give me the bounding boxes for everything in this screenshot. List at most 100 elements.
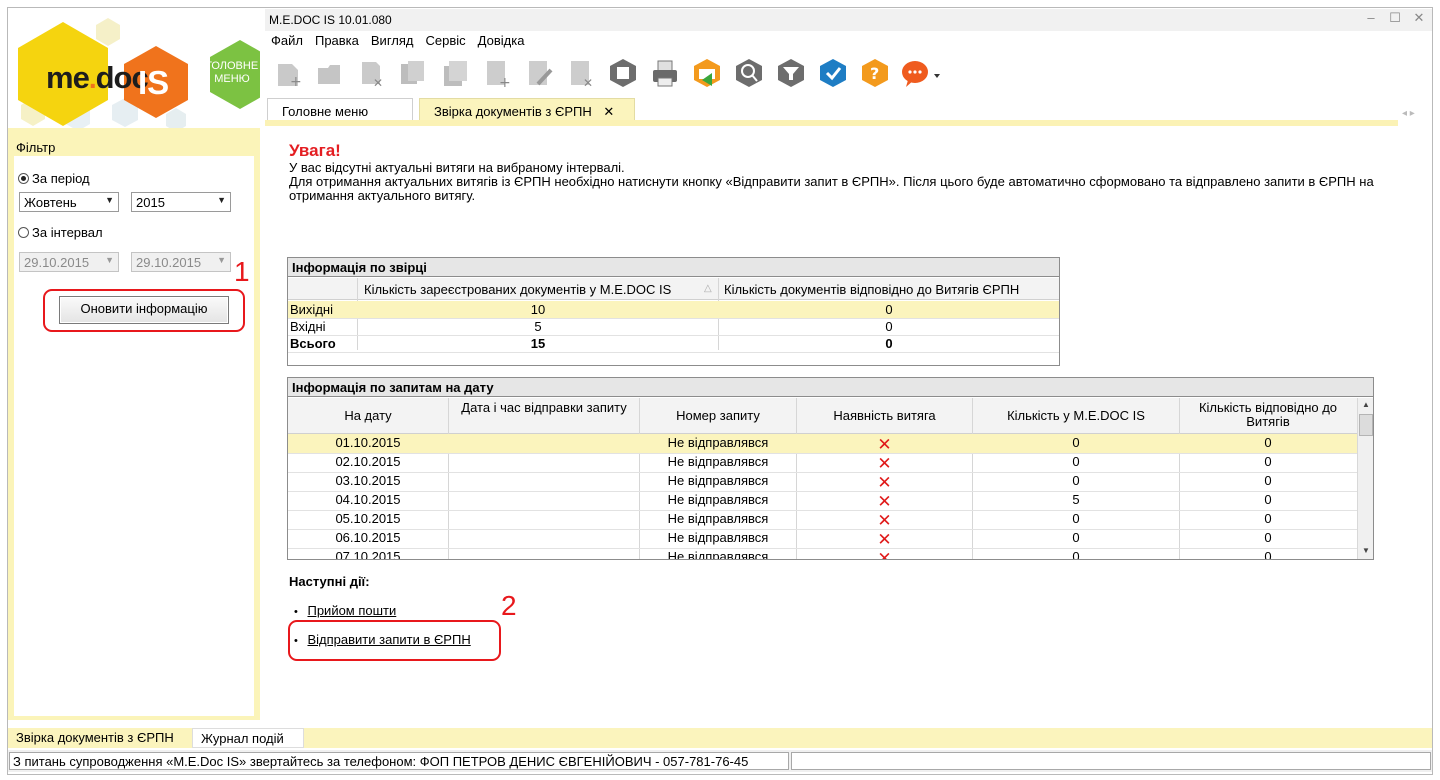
- table-cell-date: 01.10.2015: [335, 435, 401, 450]
- tab-close-icon[interactable]: ✕: [603, 104, 614, 119]
- table-cell-erpn: 0: [1264, 435, 1272, 450]
- table-cell-medoc: 0: [1072, 530, 1080, 545]
- help-icon[interactable]: ?: [858, 57, 891, 90]
- table-cell-medoc: 5: [1072, 492, 1080, 507]
- add-list-icon[interactable]: +: [480, 57, 513, 90]
- date-to-value: 29.10.2015: [136, 255, 202, 270]
- new-doc-icon[interactable]: +: [270, 57, 303, 90]
- summary-row-medoc: 5: [534, 319, 542, 334]
- table-cell-date: 02.10.2015: [335, 454, 401, 469]
- scroll-up-icon[interactable]: ▲: [1362, 400, 1370, 409]
- no-extract-icon: ✕: [877, 530, 892, 549]
- mail-send-icon[interactable]: [690, 57, 723, 90]
- menu-service[interactable]: Сервіс: [420, 33, 472, 51]
- tab-erpn-label: Звірка документів з ЄРПН: [434, 104, 592, 119]
- filter-icon[interactable]: [774, 57, 807, 90]
- maximize-icon[interactable]: ☐: [1388, 11, 1402, 25]
- radio-interval-label: За інтервал: [32, 225, 103, 240]
- table-cell-medoc: 0: [1072, 511, 1080, 526]
- list-item: • Прийом пошти: [294, 603, 396, 618]
- tab-home[interactable]: Головне меню: [267, 98, 413, 122]
- tab-home-label: Головне меню: [282, 104, 369, 119]
- radio-period[interactable]: За період: [18, 171, 90, 186]
- tab-erpn-reconciliation[interactable]: Звірка документів з ЄРПН ✕: [419, 98, 635, 122]
- month-select[interactable]: Жовтень ▼: [19, 192, 119, 212]
- year-select[interactable]: 2015 ▼: [131, 192, 231, 212]
- bullet-icon: •: [294, 635, 298, 647]
- col-header-medoc-count[interactable]: Кількість у M.E.DOC IS: [973, 408, 1179, 423]
- menu-edit[interactable]: Правка: [309, 33, 365, 51]
- month-select-value: Жовтень: [24, 195, 77, 210]
- warning-line-2: Для отримання актуальних витягів із ЄРПН…: [289, 174, 1374, 203]
- bottom-tab-event-log[interactable]: Журнал подій: [192, 728, 304, 748]
- home-menu-line1: ГОЛОВНЕ: [206, 60, 259, 72]
- svg-text:?: ?: [870, 64, 879, 83]
- summary-total-erpn: 0: [885, 336, 893, 351]
- vertical-scrollbar[interactable]: ▲ ▼: [1357, 398, 1373, 559]
- card-icon[interactable]: [606, 57, 639, 90]
- logo-text: me.doc: [46, 60, 149, 95]
- col-header-number[interactable]: Номер запиту: [640, 408, 796, 423]
- bottom-tab-erpn[interactable]: Звірка документів з ЄРПН: [8, 728, 190, 748]
- summary-header-erpn[interactable]: Кількість документів відповідно до Витяг…: [724, 282, 1019, 297]
- search-icon[interactable]: [732, 57, 765, 90]
- chevron-down-icon: ▼: [105, 255, 114, 265]
- col-header-erpn-count[interactable]: Кількість відповідно до Витягів: [1180, 401, 1356, 429]
- table-cell-num: Не відправлявся: [667, 530, 769, 545]
- radio-period-icon[interactable]: [18, 173, 29, 184]
- menu-help[interactable]: Довідка: [472, 33, 531, 51]
- edit-doc-icon[interactable]: [522, 57, 555, 90]
- col-header-date[interactable]: На дату: [288, 408, 448, 423]
- support-contact-text: З питань супроводження «M.E.Doc IS» звер…: [9, 752, 789, 770]
- table-cell-num: Не відправлявся: [667, 435, 769, 450]
- col-header-sent[interactable]: Дата і час відправки запиту: [449, 401, 639, 415]
- no-extract-icon: ✕: [877, 473, 892, 492]
- tab-strip: [265, 120, 1398, 126]
- radio-interval[interactable]: За інтервал: [18, 225, 103, 240]
- table-cell-num: Не відправлявся: [667, 549, 769, 560]
- table-cell-medoc: 0: [1072, 473, 1080, 488]
- chat-icon[interactable]: [900, 57, 942, 90]
- filter-title: Фільтр: [16, 140, 56, 155]
- menu-file[interactable]: Файл: [265, 33, 309, 51]
- menu-view[interactable]: Вигляд: [365, 33, 420, 51]
- print-icon[interactable]: [648, 57, 681, 90]
- scroll-down-icon[interactable]: ▼: [1362, 546, 1370, 555]
- table-cell-date: 04.10.2015: [335, 492, 401, 507]
- col-header-has-extract[interactable]: Наявність витяга: [797, 408, 972, 423]
- docs-icon[interactable]: [438, 57, 471, 90]
- summary-total-medoc: 15: [530, 336, 546, 351]
- summary-row-erpn: 0: [885, 302, 893, 317]
- home-menu-button[interactable]: ГОЛОВНЕ МЕНЮ: [206, 60, 258, 86]
- table-cell-date: 03.10.2015: [335, 473, 401, 488]
- remove-doc-icon[interactable]: ✕: [564, 57, 597, 90]
- menu-bar: Файл Правка Вигляд Сервіс Довідка: [265, 33, 530, 51]
- minimize-icon[interactable]: ‒: [1364, 11, 1378, 25]
- no-extract-icon: ✕: [877, 511, 892, 530]
- home-menu-line2: МЕНЮ: [214, 73, 250, 85]
- delete-doc-icon[interactable]: ✕: [354, 57, 387, 90]
- scrollbar-thumb[interactable]: [1359, 414, 1373, 436]
- receive-mail-link[interactable]: Прийом пошти: [307, 603, 396, 618]
- svg-text:+: +: [499, 75, 511, 88]
- warning-text: У вас відсутні актуальні витяги на вибра…: [289, 161, 1409, 203]
- radio-interval-icon[interactable]: [18, 227, 29, 238]
- refresh-info-button[interactable]: Оновити інформацію: [59, 296, 229, 324]
- list-item: • Відправити запити в ЄРПН: [294, 632, 471, 647]
- check-icon[interactable]: [816, 57, 849, 90]
- table-cell-erpn: 0: [1264, 549, 1272, 560]
- open-doc-icon[interactable]: [312, 57, 345, 90]
- summary-row-medoc: 10: [530, 302, 546, 317]
- table-cell-erpn: 0: [1264, 454, 1272, 469]
- tab-scroll-arrows-icon[interactable]: ◂ ▸: [1402, 108, 1415, 119]
- status-extra: [791, 752, 1431, 770]
- warning-line-1: У вас відсутні актуальні витяги на вибра…: [289, 160, 625, 175]
- annotation-number-1: 1: [234, 256, 250, 287]
- close-icon[interactable]: ✕: [1412, 11, 1426, 25]
- summary-header-medoc[interactable]: Кількість зареєстрованих документів у M.…: [364, 282, 671, 297]
- svg-text:✕: ✕: [583, 76, 593, 88]
- filter-panel-body: [14, 156, 254, 716]
- table-cell-num: Не відправлявся: [667, 511, 769, 526]
- copy-doc-icon[interactable]: [396, 57, 429, 90]
- send-erpn-requests-link[interactable]: Відправити запити в ЄРПН: [307, 632, 470, 647]
